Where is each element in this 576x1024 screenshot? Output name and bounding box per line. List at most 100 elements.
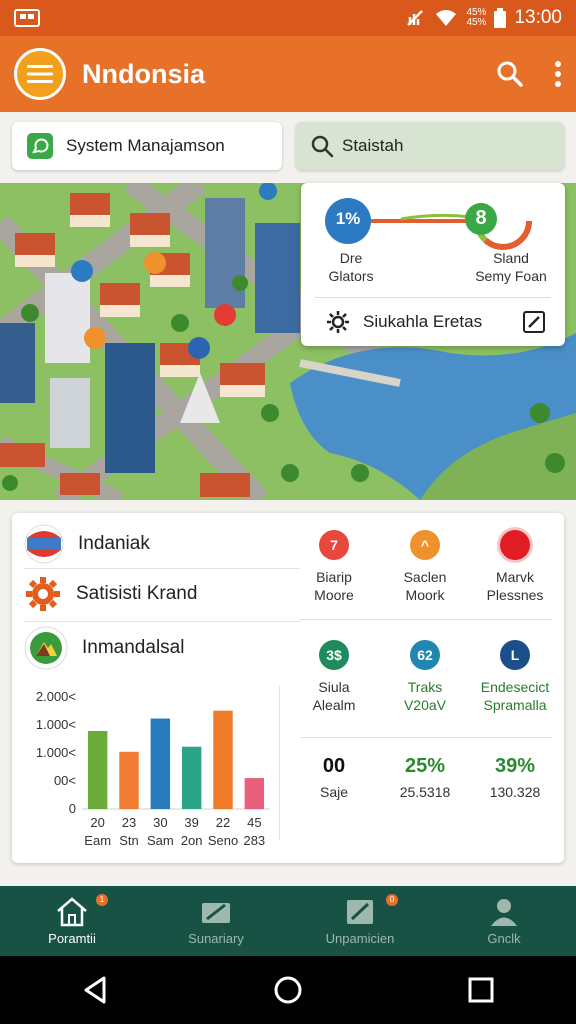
search-row: System Manajamson Staistah xyxy=(12,122,564,170)
search-icon[interactable] xyxy=(496,60,524,88)
y-tick-label: 2.000< xyxy=(36,689,76,704)
system-management-button[interactable]: System Manajamson xyxy=(12,122,282,170)
notification-badge: 1 xyxy=(96,894,108,906)
nav-item-home[interactable]: 1 Poramtii xyxy=(0,886,144,956)
y-tick-label: 0 xyxy=(69,801,76,816)
x-tick-label: 20 xyxy=(90,815,104,830)
edit-square-icon xyxy=(347,899,373,924)
x-tick-sublabel: Seno xyxy=(208,833,238,848)
grid-label-1: Biarip xyxy=(316,569,352,585)
list-item-label: Inmandalsal xyxy=(82,637,185,658)
overlay-action-row[interactable]: Siukahla Eretas xyxy=(325,307,545,337)
nav-label: Gnclk xyxy=(487,930,521,946)
grid-cell-marvk[interactable]: Marvk Plessnes xyxy=(467,530,563,604)
bar-chart: 2.000< 1.000< 1.000< 00< 0 20 Eam 23 Stn 30 Sam 39 2… xyxy=(36,689,270,848)
stat-label: 25.5318 xyxy=(399,784,451,800)
grid-label-2: Moore xyxy=(314,587,354,603)
grid-dot-icon: ^ xyxy=(410,530,440,560)
grid-dot-icon: 62 xyxy=(410,640,440,670)
nav-item-summary[interactable]: Sunariary xyxy=(144,886,288,956)
stat-value: 25% xyxy=(404,755,446,777)
x-tick-sublabel: 283 xyxy=(243,833,265,848)
nav-label: Poramtii xyxy=(48,930,96,946)
panel-vertical-divider xyxy=(279,685,280,840)
list-item-satisisti-krand[interactable]: Satisisti Krand xyxy=(24,573,300,615)
menu-button[interactable] xyxy=(14,48,66,100)
system-management-label: System Manajamson xyxy=(66,136,225,155)
x-tick-sublabel: Eam xyxy=(84,833,111,848)
stats-overlay-card: 1% 8 Dre Glators Sland Semy Foan Siukahl… xyxy=(301,183,565,346)
x-tick-sublabel: Sam xyxy=(147,833,174,848)
back-icon[interactable] xyxy=(82,976,108,1004)
stat-25-percent: 25% 25.5318 xyxy=(377,755,473,800)
stat-value: 39% xyxy=(494,755,536,777)
stat-label: Saje xyxy=(319,784,349,800)
bar xyxy=(87,731,108,809)
statistics-search[interactable]: Staistah xyxy=(296,122,564,170)
battery-percentage: 45% 45% xyxy=(466,8,486,28)
grid-divider xyxy=(300,619,552,620)
overlay-right-label-1: Sland xyxy=(493,250,529,266)
message-icon xyxy=(14,9,40,27)
status-time: 13:00 xyxy=(514,7,562,28)
chat-bubble-icon xyxy=(27,133,53,159)
gear-icon xyxy=(327,311,349,333)
hamburger-icon xyxy=(27,65,53,83)
overlay-left-value: 1% xyxy=(335,209,361,228)
grid-dot-icon: L xyxy=(500,640,530,670)
grid-cell-siula[interactable]: 3$ Siula Alealm xyxy=(286,640,382,714)
grid-dot-icon xyxy=(500,530,530,560)
grid-cell-saclen[interactable]: ^ Saclen Moork xyxy=(377,530,473,604)
x-tick-sublabel: Stn xyxy=(119,833,139,848)
summary-icon xyxy=(202,902,230,923)
system-navigation-bar xyxy=(0,956,576,1024)
grid-label-1: Saclen xyxy=(403,569,447,585)
x-tick-label: 22 xyxy=(216,815,230,830)
list-item-indaniak[interactable]: Indaniak xyxy=(24,523,300,565)
grid-label-2: V20aV xyxy=(403,697,447,713)
battery-pct-bottom: 45% xyxy=(466,17,487,28)
grid-cell-biarip[interactable]: 7 Biarip Moore xyxy=(286,530,382,604)
list-item-inmandalsal[interactable]: Inmandalsal xyxy=(24,626,300,670)
bar xyxy=(213,710,233,809)
bar xyxy=(119,751,139,809)
home-circle-icon[interactable] xyxy=(273,975,303,1005)
grid-label-1: Traks xyxy=(407,679,443,695)
recents-icon[interactable] xyxy=(468,977,494,1003)
grid-cell-traks[interactable]: 62 Traks V20aV xyxy=(377,640,473,714)
nav-item-information[interactable]: 0 Unpamicien xyxy=(288,886,432,956)
bar xyxy=(181,746,202,809)
grid-label-1: Marvk xyxy=(495,569,535,585)
grid-label-1: Siula xyxy=(318,679,350,695)
y-tick-label: 1.000< xyxy=(36,717,76,732)
bottom-navigation: 1 Poramtii Sunariary 0 Unpamicien Gnclk xyxy=(0,886,576,956)
list-item-label: Indaniak xyxy=(78,533,150,554)
stat-saje: 00 Saje xyxy=(286,755,382,800)
list-divider xyxy=(24,621,300,622)
nav-label: Unpamicien xyxy=(325,930,395,946)
grid-divider xyxy=(300,737,552,738)
overlay-left-label-1: Dre xyxy=(339,250,363,266)
more-options-icon[interactable] xyxy=(554,60,562,88)
overlay-action-label: Siukahla Eretas xyxy=(363,312,483,331)
grid-cell-endesecict[interactable]: L Endesecict Spramalla xyxy=(467,640,563,714)
x-tick-label: 45 xyxy=(247,815,261,830)
grid-label-2: Moork xyxy=(405,587,445,603)
grid-label-2: Plessnes xyxy=(486,587,544,603)
overlay-left-label-2: Glators xyxy=(328,268,374,284)
y-tick-label: 00< xyxy=(54,773,76,788)
dashboard-panel: Indaniak Satisisti Krand Inmandalsal 2.0… xyxy=(12,513,564,863)
wifi-icon xyxy=(436,10,457,26)
edit-icon[interactable] xyxy=(523,311,545,333)
stat-label: 130.328 xyxy=(489,784,541,800)
signal-muted-icon xyxy=(407,10,424,26)
overlay-divider xyxy=(315,297,551,298)
x-tick-label: 23 xyxy=(122,815,136,830)
x-tick-sublabel: 2on xyxy=(181,833,203,848)
nav-item-profile[interactable]: Gnclk xyxy=(432,886,576,956)
x-tick-label: 39 xyxy=(184,815,198,830)
overlay-right-value: 8 xyxy=(475,207,487,229)
grid-dot-icon: 7 xyxy=(319,530,349,560)
y-tick-label: 1.000< xyxy=(36,745,76,760)
mountain-icon xyxy=(24,626,68,670)
